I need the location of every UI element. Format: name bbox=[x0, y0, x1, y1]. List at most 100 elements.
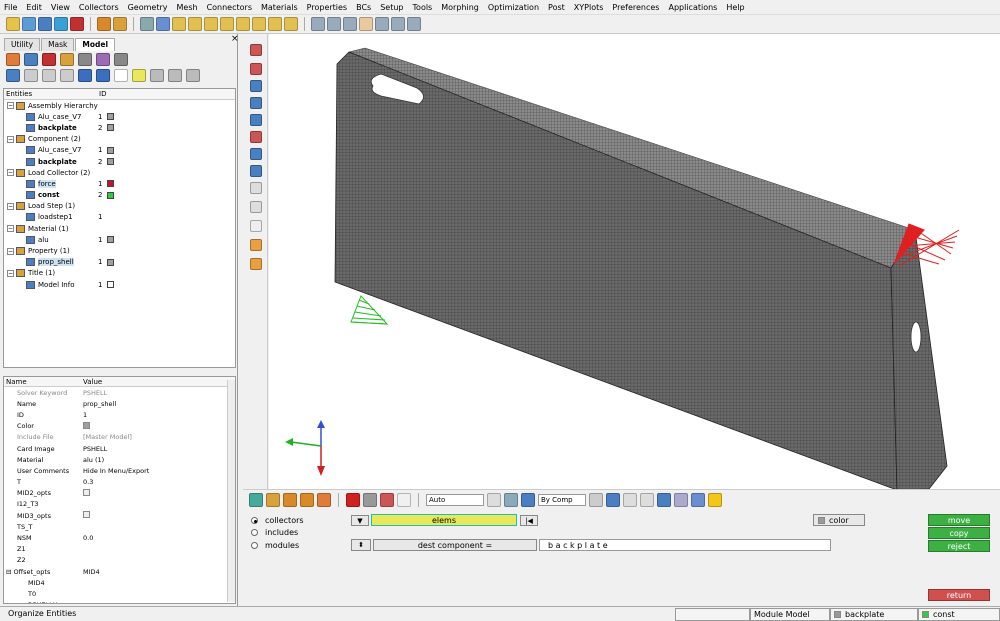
property-icon[interactable] bbox=[60, 53, 74, 66]
cube-icon[interactable] bbox=[521, 493, 535, 507]
display-prop-icon[interactable] bbox=[300, 493, 314, 507]
delete-x-icon[interactable] bbox=[346, 493, 360, 507]
node-tool-icon[interactable] bbox=[397, 493, 411, 507]
property-row[interactable]: MID2_opts bbox=[4, 488, 235, 499]
display-folder-icon[interactable] bbox=[283, 493, 297, 507]
property-value[interactable]: alu (1) bbox=[83, 456, 235, 464]
run-icon[interactable] bbox=[70, 17, 84, 31]
component-icon[interactable] bbox=[6, 53, 20, 66]
tree-item[interactable]: const 2 bbox=[4, 190, 235, 201]
mask-icon[interactable] bbox=[250, 131, 262, 143]
color-swatch[interactable] bbox=[107, 180, 114, 188]
menu-file[interactable]: File bbox=[4, 3, 17, 12]
axis-x-icon[interactable] bbox=[172, 17, 186, 31]
color-swatch[interactable] bbox=[107, 124, 114, 132]
abc-icon[interactable] bbox=[250, 258, 262, 270]
tree-group[interactable]: − Property (1) bbox=[4, 245, 235, 256]
tree-item[interactable]: Model Info 1 bbox=[4, 279, 235, 290]
tree-item[interactable]: Alu_case_V7 1 bbox=[4, 111, 235, 122]
checkbox[interactable] bbox=[83, 511, 90, 519]
menu-edit[interactable]: Edit bbox=[26, 3, 42, 12]
color-swatch[interactable] bbox=[107, 191, 114, 199]
tab-model[interactable]: Model bbox=[75, 38, 116, 51]
tab-mask[interactable]: Mask bbox=[41, 38, 75, 51]
property-row[interactable]: Card Image PSHELL bbox=[4, 443, 235, 454]
list-icon[interactable] bbox=[60, 69, 74, 82]
menu-optimization[interactable]: Optimization bbox=[488, 3, 539, 12]
property-row[interactable]: T0 bbox=[4, 588, 235, 599]
color-swatch[interactable] bbox=[107, 113, 114, 121]
property-row[interactable]: Name prop_shell bbox=[4, 398, 235, 409]
menu-applications[interactable]: Applications bbox=[668, 3, 717, 12]
property-row[interactable]: Color bbox=[4, 421, 235, 432]
tree-group[interactable]: − Material (1) bbox=[4, 223, 235, 234]
cursor-icon[interactable] bbox=[114, 69, 128, 82]
expand-toggle-icon[interactable]: − bbox=[7, 269, 14, 277]
view-bottom-icon[interactable] bbox=[252, 17, 266, 31]
label-icon[interactable] bbox=[250, 220, 262, 232]
eye-icon[interactable] bbox=[150, 69, 164, 82]
color-swatch[interactable] bbox=[107, 281, 114, 288]
import-icon[interactable] bbox=[22, 17, 36, 31]
property-value[interactable] bbox=[83, 511, 235, 520]
elems-selector[interactable]: elems bbox=[371, 514, 517, 526]
info-icon[interactable] bbox=[250, 165, 262, 177]
arrows-icon[interactable] bbox=[375, 17, 389, 31]
element-icon[interactable] bbox=[250, 97, 262, 109]
dest-toggle-button[interactable]: ⬍ bbox=[351, 539, 371, 551]
property-row[interactable]: Z2 bbox=[4, 555, 235, 566]
display-comp-icon[interactable] bbox=[266, 493, 280, 507]
tree-item[interactable]: force 1 bbox=[4, 178, 235, 189]
view-side-icon[interactable] bbox=[268, 17, 282, 31]
property-scrollbar[interactable] bbox=[227, 380, 235, 602]
tree-item[interactable]: Alu_case_V7 1 bbox=[4, 145, 235, 156]
checkbox[interactable] bbox=[83, 488, 90, 496]
radio-collectors[interactable]: collectors bbox=[251, 516, 304, 525]
tree-group[interactable]: − Assembly Hierarchy bbox=[4, 100, 235, 111]
return-button[interactable]: return bbox=[928, 589, 990, 601]
pan-icon[interactable] bbox=[359, 17, 373, 31]
menu-tools[interactable]: Tools bbox=[413, 3, 433, 12]
move-button[interactable]: move bbox=[928, 514, 990, 526]
menu-connectors[interactable]: Connectors bbox=[207, 3, 252, 12]
reset-selection-button[interactable]: |◀ bbox=[520, 515, 538, 526]
element-shape-icon[interactable] bbox=[606, 493, 620, 507]
node-icon[interactable] bbox=[250, 80, 262, 92]
menu-morphing[interactable]: Morphing bbox=[441, 3, 479, 12]
spin-icon[interactable] bbox=[407, 17, 421, 31]
loadcol-icon[interactable] bbox=[42, 53, 56, 66]
shade-icon[interactable] bbox=[487, 493, 501, 507]
property-value[interactable]: [Master Model] bbox=[83, 433, 235, 441]
isolate-icon[interactable] bbox=[96, 69, 110, 82]
property-row[interactable]: T 0.3 bbox=[4, 477, 235, 488]
display-load-icon[interactable] bbox=[317, 493, 331, 507]
measure-icon[interactable] bbox=[250, 201, 262, 213]
property-row[interactable]: ID 1 bbox=[4, 409, 235, 420]
surface-icon[interactable] bbox=[250, 114, 262, 126]
menu-xyplots[interactable]: XYPlots bbox=[574, 3, 604, 12]
monitor-icon[interactable] bbox=[691, 493, 705, 507]
tree-group[interactable]: − Load Collector (2) bbox=[4, 167, 235, 178]
elems-dropdown-button[interactable]: ▼ bbox=[351, 515, 369, 526]
assembly-icon[interactable] bbox=[24, 53, 38, 66]
property-value[interactable]: PSHELL bbox=[83, 389, 235, 397]
tree-item[interactable]: backplate 2 bbox=[4, 156, 235, 167]
filter-icon[interactable] bbox=[6, 69, 20, 82]
mask-cube-icon[interactable] bbox=[363, 493, 377, 507]
property-value[interactable]: 1 bbox=[83, 411, 235, 419]
star-icon[interactable] bbox=[708, 493, 722, 507]
folder-icon[interactable] bbox=[113, 17, 127, 31]
property-row[interactable]: I12_T3 bbox=[4, 499, 235, 510]
tree-item[interactable]: prop_shell 1 bbox=[4, 257, 235, 268]
system-icon[interactable] bbox=[96, 53, 110, 66]
radio-includes[interactable]: includes bbox=[251, 528, 298, 537]
rotate-left-icon[interactable] bbox=[156, 17, 170, 31]
menu-view[interactable]: View bbox=[51, 3, 70, 12]
expand-toggle-icon[interactable]: − bbox=[7, 202, 14, 210]
menu-properties[interactable]: Properties bbox=[307, 3, 347, 12]
fit-icon[interactable] bbox=[311, 17, 325, 31]
property-value[interactable]: 0.3 bbox=[83, 478, 235, 486]
property-row[interactable]: Include File [Master Model] bbox=[4, 432, 235, 443]
tree-item[interactable]: alu 1 bbox=[4, 234, 235, 245]
line-icon[interactable] bbox=[623, 493, 637, 507]
